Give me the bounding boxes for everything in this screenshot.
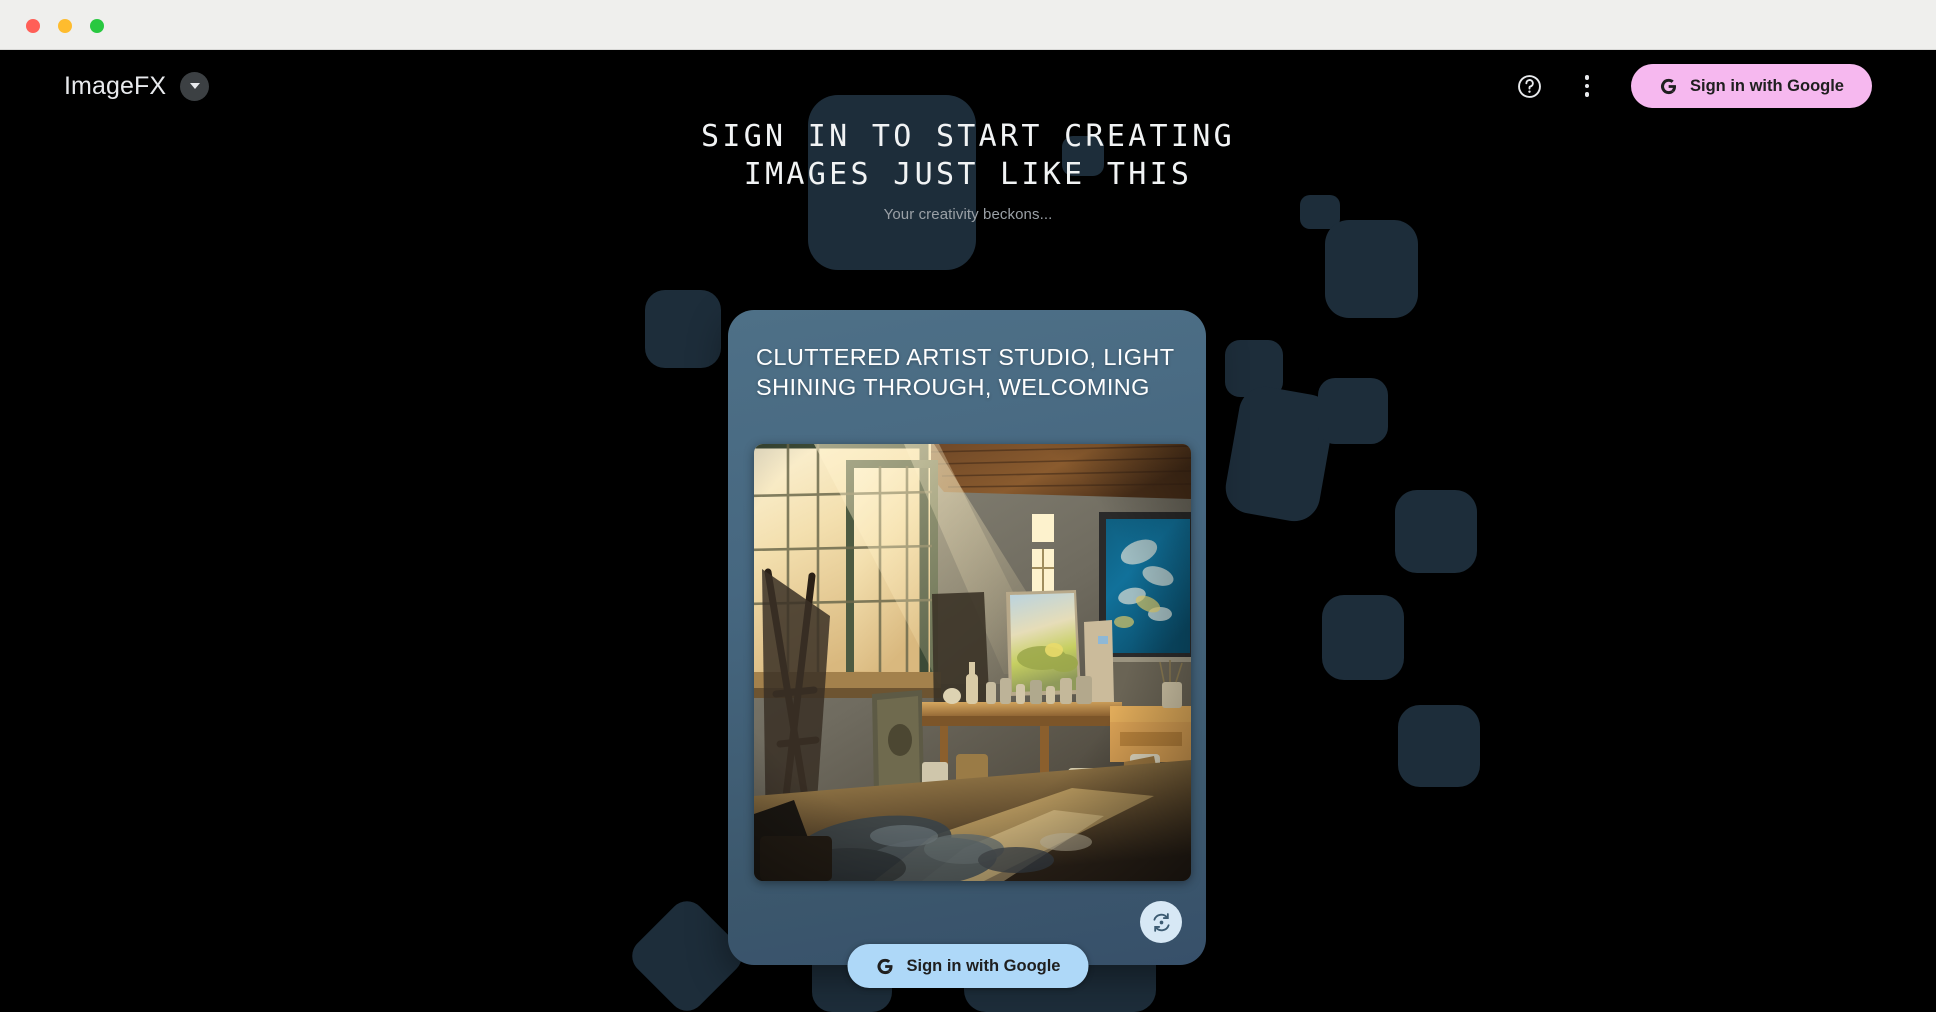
signin-with-google-button-top[interactable]: Sign in with Google — [1631, 64, 1872, 108]
help-circle-icon[interactable] — [1516, 73, 1543, 100]
chevron-down-icon[interactable] — [180, 71, 210, 101]
traffic-lights — [26, 19, 104, 33]
decor-shape — [1322, 595, 1404, 680]
decor-shape — [1398, 705, 1480, 787]
app-title: ImageFX — [64, 71, 167, 100]
maximize-window-button[interactable] — [90, 19, 104, 33]
app-body: ImageFX Sign in with Google SIGN IN TO S… — [0, 50, 1936, 1012]
decor-shape — [1395, 490, 1477, 573]
top-navigation-bar: ImageFX Sign in with Google — [0, 50, 1936, 122]
app-window: ImageFX Sign in with Google SIGN IN TO S… — [0, 0, 1936, 1012]
kebab-menu-icon[interactable] — [1577, 71, 1598, 101]
signin-with-google-button-bottom[interactable]: Sign in with Google — [847, 944, 1089, 988]
close-window-button[interactable] — [26, 19, 40, 33]
card-prompt-text: CLUTTERED ARTIST STUDIO, LIGHT SHINING T… — [756, 344, 1175, 401]
signin-label: Sign in with Google — [1690, 76, 1844, 95]
window-titlebar — [0, 0, 1936, 50]
signin-label: Sign in with Google — [906, 956, 1061, 975]
google-g-icon — [876, 957, 895, 976]
decor-shape — [1325, 220, 1418, 318]
minimize-window-button[interactable] — [58, 19, 72, 33]
autorenew-icon[interactable] — [1140, 901, 1182, 943]
decor-shape — [1225, 340, 1283, 397]
decor-shape — [1318, 378, 1388, 444]
decor-shape — [645, 290, 721, 368]
decor-shape — [1221, 382, 1338, 526]
page-title: SIGN IN TO START CREATING IMAGES JUST LI… — [700, 119, 1236, 193]
generated-image[interactable] — [754, 444, 1191, 881]
brand-area: ImageFX — [64, 71, 210, 101]
sample-image-card: CLUTTERED ARTIST STUDIO, LIGHT SHINING T… — [728, 310, 1206, 965]
google-g-icon — [1659, 77, 1678, 96]
hero-section: SIGN IN TO START CREATING IMAGES JUST LI… — [0, 118, 1936, 223]
page-subtitle: Your creativity beckons... — [883, 205, 1053, 223]
topbar-actions: Sign in with Google — [1516, 64, 1872, 108]
